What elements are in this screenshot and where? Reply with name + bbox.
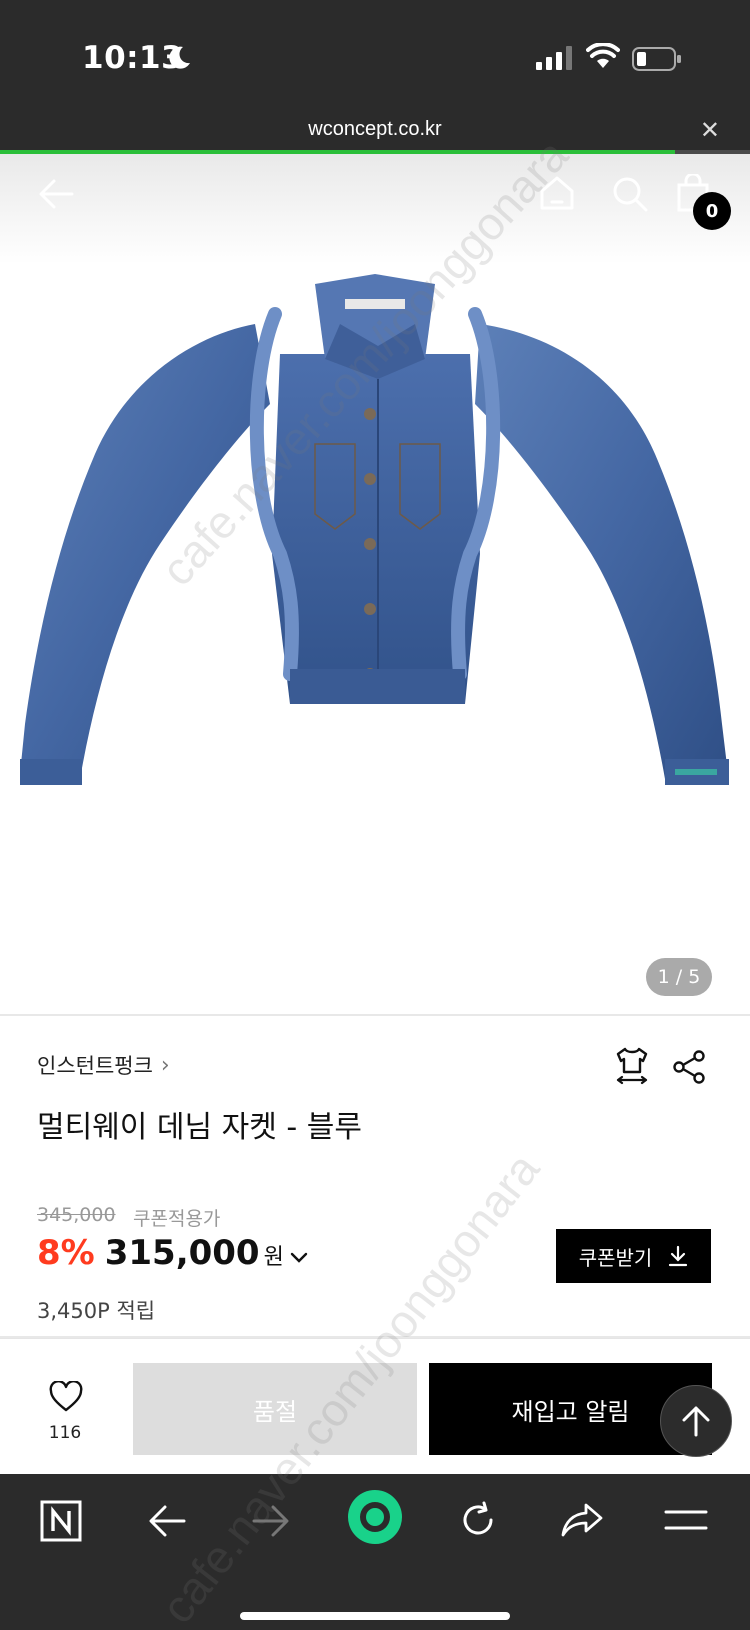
size-guide-icon[interactable] xyxy=(614,1046,650,1086)
share-icon[interactable] xyxy=(672,1050,706,1084)
wifi-icon xyxy=(586,43,620,68)
chevron-down-icon[interactable] xyxy=(290,1252,308,1264)
menu-icon[interactable] xyxy=(664,1508,708,1532)
moon-icon xyxy=(169,46,190,69)
coupon-price-note: 쿠폰적용가 xyxy=(133,1208,221,1230)
purchase-action-bar: 116 품절 재입고 알림 xyxy=(0,1338,750,1474)
coupon-button-label: 쿠폰받기 xyxy=(578,1245,653,1270)
sale-price: 315,000 xyxy=(104,1233,260,1273)
green-dot-icon[interactable] xyxy=(346,1488,404,1546)
battery-icon xyxy=(632,47,681,71)
product-image[interactable] xyxy=(10,254,740,954)
url-text[interactable]: wconcept.co.kr xyxy=(0,118,750,141)
section-divider xyxy=(0,1014,750,1016)
url-bar: wconcept.co.kr ✕ xyxy=(0,110,750,150)
discount-rate: 8% xyxy=(37,1233,95,1273)
brand-name: 인스턴트펑크 xyxy=(37,1054,153,1078)
cart-count-badge[interactable]: 0 xyxy=(693,192,731,230)
original-price: 345,000 xyxy=(37,1204,116,1226)
reward-points: 3,450P 적립 xyxy=(37,1299,156,1323)
chevron-right-icon: › xyxy=(160,1052,170,1078)
search-icon[interactable] xyxy=(612,176,648,212)
forward-icon[interactable] xyxy=(252,1504,290,1538)
product-title: 멀티웨이 데님 자켓 - 블루 xyxy=(37,1110,362,1145)
status-bar: 10:13 xyxy=(0,0,750,110)
naver-icon[interactable] xyxy=(40,1500,82,1542)
download-coupon-button[interactable]: 쿠폰받기 xyxy=(556,1229,711,1283)
download-icon xyxy=(669,1245,688,1267)
heart-icon[interactable] xyxy=(49,1381,83,1413)
like-count: 116 xyxy=(48,1423,82,1443)
refresh-icon[interactable] xyxy=(458,1500,498,1540)
back-nav-icon[interactable] xyxy=(148,1504,186,1538)
close-icon[interactable]: ✕ xyxy=(700,116,720,144)
soldout-button[interactable]: 품절 xyxy=(133,1363,417,1455)
share-arrow-icon[interactable] xyxy=(560,1502,604,1538)
price-row[interactable]: 8% 315,000 원 xyxy=(37,1233,308,1273)
product-gallery[interactable]: 0 1 / 5 xyxy=(0,154,750,1014)
back-icon[interactable] xyxy=(38,176,74,212)
browser-toolbar xyxy=(0,1474,750,1630)
home-icon[interactable] xyxy=(538,174,576,212)
arrow-up-icon xyxy=(682,1406,710,1437)
scroll-top-button[interactable] xyxy=(660,1385,732,1457)
brand-link[interactable]: 인스턴트펑크 › xyxy=(37,1050,170,1080)
image-counter: 1 / 5 xyxy=(646,958,712,996)
home-indicator xyxy=(240,1612,510,1620)
signal-icon xyxy=(536,46,572,70)
currency-unit: 원 xyxy=(263,1245,284,1270)
